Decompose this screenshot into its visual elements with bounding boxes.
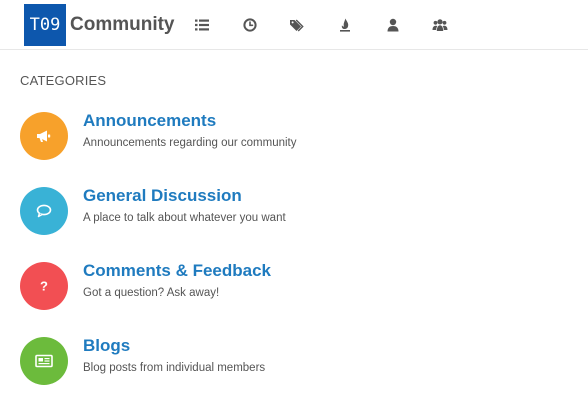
site-title: Community: [70, 14, 175, 35]
site-logo: T09: [24, 4, 66, 46]
tags-icon[interactable]: [289, 17, 305, 33]
category-title-announcements[interactable]: Announcements: [83, 111, 216, 131]
bullhorn-icon[interactable]: [20, 112, 68, 160]
category-item-general-discussion: General Discussion A place to talk about…: [20, 186, 560, 235]
user-icon[interactable]: [385, 17, 401, 33]
brand-link[interactable]: T09 Community: [24, 4, 175, 46]
category-description: Got a question? Ask away!: [83, 287, 220, 299]
categories-heading: CATEGORIES: [20, 73, 107, 88]
category-item-blogs: Blogs Blog posts from individual members: [20, 336, 560, 385]
list-icon[interactable]: [194, 17, 210, 33]
clock-icon[interactable]: [242, 17, 258, 33]
question-icon[interactable]: ?: [20, 262, 68, 310]
fire-icon[interactable]: [337, 17, 353, 33]
users-icon[interactable]: [432, 17, 448, 33]
comments-icon[interactable]: [20, 187, 68, 235]
category-description: A place to talk about whatever you want: [83, 212, 286, 224]
svg-text:?: ?: [40, 279, 48, 294]
category-item-comments-feedback: ? Comments & Feedback Got a question? As…: [20, 261, 560, 310]
category-item-announcements: Announcements Announcements regarding ou…: [20, 111, 560, 160]
newspaper-icon[interactable]: [20, 337, 68, 385]
category-description: Blog posts from individual members: [83, 362, 266, 374]
category-title-blogs[interactable]: Blogs: [83, 336, 130, 356]
category-description: Announcements regarding our community: [83, 137, 297, 149]
category-title-general-discussion[interactable]: General Discussion: [83, 186, 242, 206]
category-title-comments-feedback[interactable]: Comments & Feedback: [83, 261, 271, 281]
top-navbar: T09 Community: [0, 0, 588, 50]
